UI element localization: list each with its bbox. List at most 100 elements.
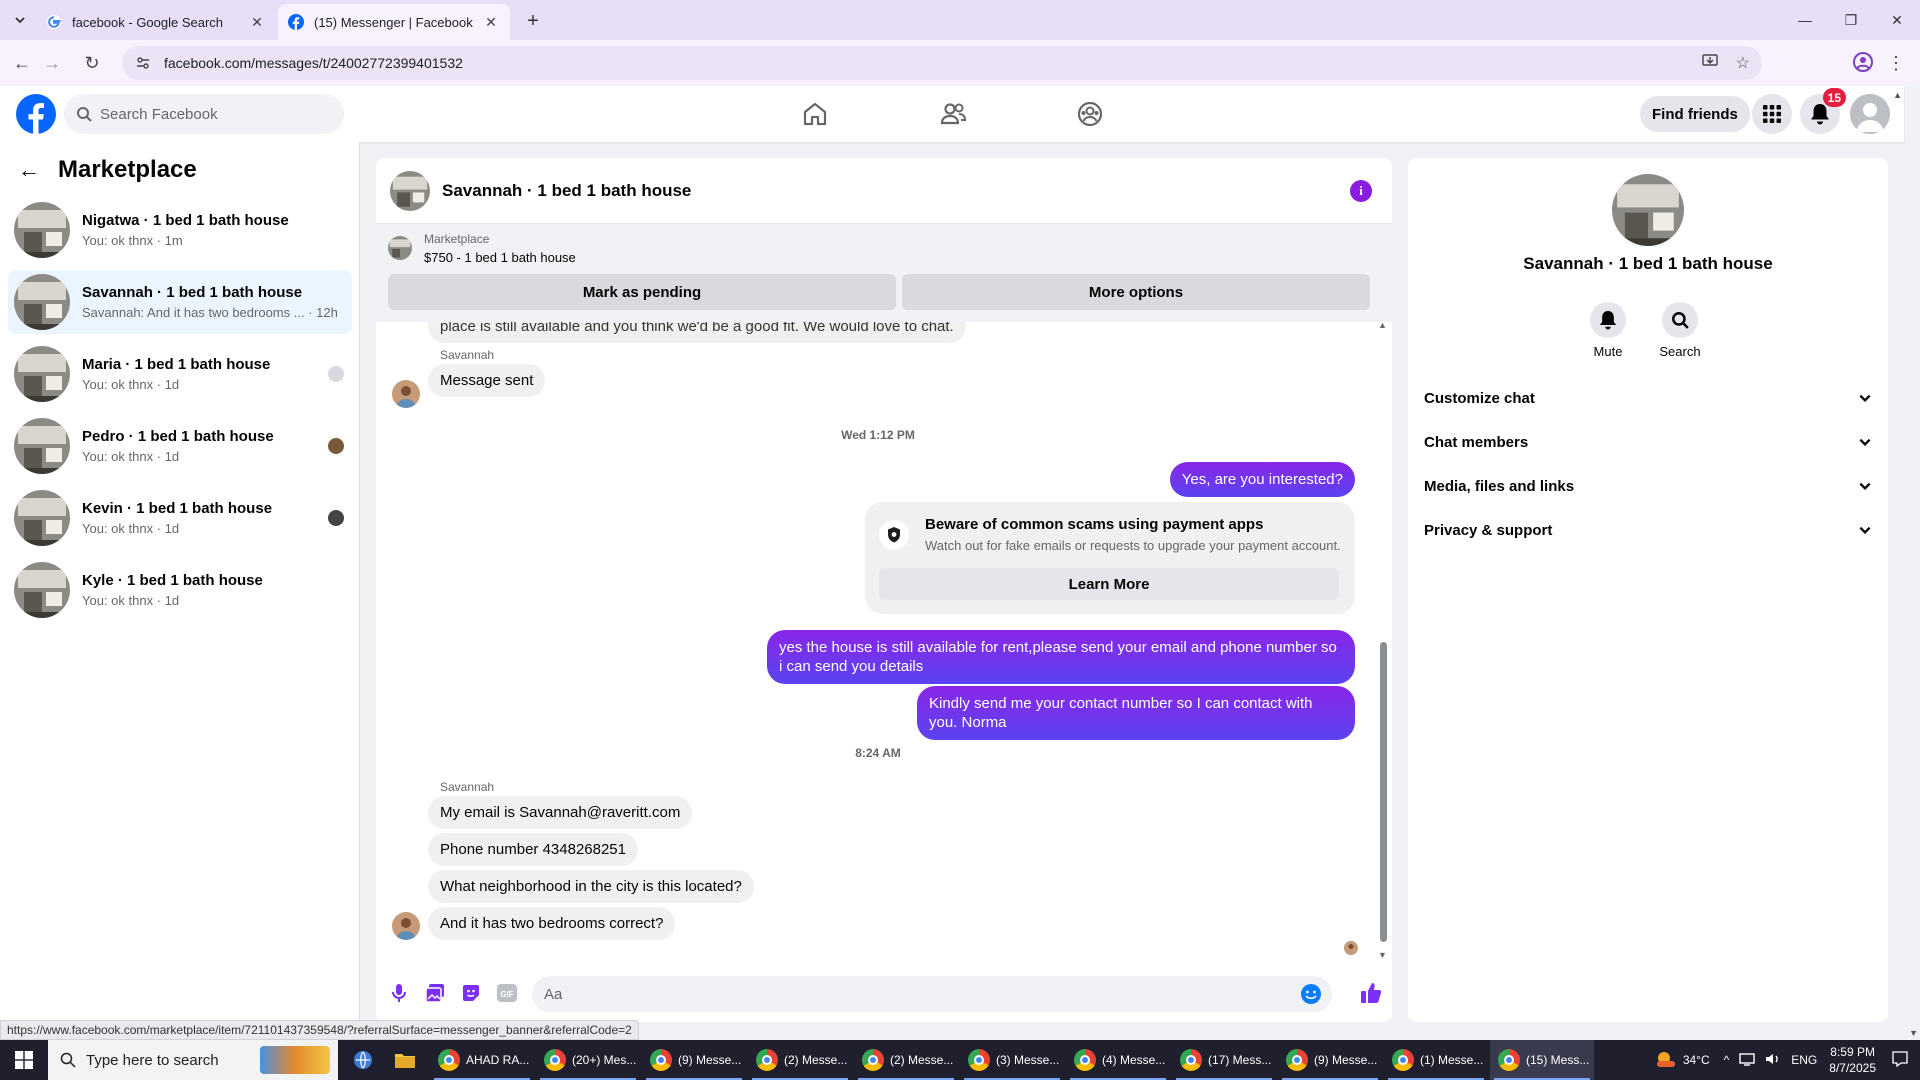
bookmark-star-icon[interactable]: ☆	[1736, 53, 1750, 73]
taskbar-app[interactable]: (2) Messe...	[854, 1040, 958, 1080]
tab-search-button[interactable]	[8, 8, 32, 32]
taskbar-app[interactable]: (2) Messe...	[748, 1040, 852, 1080]
facebook-search[interactable]	[64, 94, 344, 134]
temperature[interactable]: 34°C	[1683, 1053, 1710, 1067]
taskbar-search-placeholder: Type here to search	[86, 1051, 219, 1069]
file-explorer-icon[interactable]	[386, 1040, 422, 1080]
find-friends-button[interactable]: Find friends	[1640, 96, 1750, 132]
conversation-info-icon[interactable]: i	[1350, 180, 1372, 202]
account-avatar[interactable]	[1850, 94, 1890, 134]
conversation-item[interactable]: Kevin · 1 bed 1 bath house You: ok thnx ·…	[8, 486, 352, 550]
search-icon	[60, 1052, 76, 1068]
show-hidden-icons-chevron-icon[interactable]: ^	[1724, 1053, 1730, 1067]
taskbar-app-active[interactable]: (15) Mess...	[1490, 1040, 1594, 1080]
privacy-support-row[interactable]: Privacy & support	[1424, 512, 1872, 548]
listing-thumbnail	[14, 202, 70, 258]
install-app-icon[interactable]	[1701, 53, 1718, 74]
back-arrow-icon[interactable]: ←	[18, 157, 40, 183]
page-scroll-up-arrow[interactable]: ▲	[1893, 90, 1902, 100]
chat-header: Savannah · 1 bed 1 bath house i	[376, 158, 1392, 224]
facebook-search-input[interactable]	[100, 105, 320, 123]
sender-avatar[interactable]	[392, 912, 420, 940]
taskbar-search[interactable]: Type here to search	[48, 1040, 338, 1080]
chat-title[interactable]: Savannah · 1 bed 1 bath house	[442, 181, 691, 201]
menu-grid-button[interactable]	[1752, 94, 1792, 134]
windows-start-button[interactable]	[0, 1040, 48, 1080]
thumbs-up-icon[interactable]	[1360, 982, 1382, 1004]
taskbar-app[interactable]: AHAD RA...	[430, 1040, 534, 1080]
gif-icon[interactable]: GIF	[496, 982, 518, 1004]
taskbar-clock[interactable]: 8:59 PM 8/7/2025	[1829, 1044, 1876, 1076]
back-button[interactable]: ←	[8, 49, 36, 77]
taskbar-app[interactable]: (17) Mess...	[1172, 1040, 1276, 1080]
photo-icon[interactable]	[424, 982, 446, 1004]
close-icon[interactable]: ✕	[482, 13, 500, 31]
scroll-up-arrow[interactable]: ▲	[1378, 320, 1387, 330]
groups-nav-button[interactable]	[1070, 94, 1110, 134]
task-view-icon[interactable]	[344, 1040, 380, 1080]
windows-logo-icon	[15, 1051, 33, 1069]
volume-icon[interactable]	[1765, 1052, 1781, 1069]
mute-button[interactable]: Mute	[1578, 302, 1638, 359]
browser-menu-icon[interactable]: ⋮	[1886, 51, 1906, 75]
message-input[interactable]	[544, 985, 1284, 1003]
home-nav-button[interactable]	[795, 94, 835, 134]
taskbar-app[interactable]: (4) Messe...	[1066, 1040, 1170, 1080]
browser-profile-icon[interactable]	[1852, 51, 1876, 75]
sender-avatar[interactable]	[392, 380, 420, 408]
browser-tab-google[interactable]: facebook - Google Search ✕	[36, 4, 276, 40]
notification-center-icon[interactable]	[1892, 1050, 1908, 1070]
message-timestamp: Wed 1:12 PM	[841, 428, 915, 442]
notifications-button[interactable]: 15	[1800, 88, 1846, 134]
conversation-item[interactable]: Maria · 1 bed 1 bath house You: ok thnx ·…	[8, 342, 352, 406]
scrollbar-thumb[interactable]	[1380, 642, 1387, 942]
conversation-item[interactable]: Pedro · 1 bed 1 bath house You: ok thnx ·…	[8, 414, 352, 478]
media-files-links-row[interactable]: Media, files and links	[1424, 468, 1872, 504]
browser-tab-messenger[interactable]: (15) Messenger | Facebook ✕	[278, 4, 510, 40]
taskbar-app[interactable]: (3) Messe...	[960, 1040, 1064, 1080]
search-in-conversation-button[interactable]: Search	[1650, 302, 1710, 359]
close-icon[interactable]: ✕	[248, 13, 266, 31]
chat-scrollbar[interactable]: ▲ ▼	[1378, 320, 1388, 962]
chat-listing-thumbnail[interactable]	[390, 170, 430, 211]
chrome-icon	[1074, 1049, 1096, 1071]
restore-button[interactable]: ❐	[1828, 0, 1874, 40]
facebook-logo-icon[interactable]	[16, 94, 56, 134]
address-bar[interactable]: facebook.com/messages/t/2400277239940153…	[122, 46, 1762, 80]
facebook-favicon-icon	[288, 14, 304, 30]
close-window-button[interactable]: ✕	[1874, 0, 1920, 40]
emoji-icon[interactable]	[1300, 983, 1322, 1010]
site-settings-icon[interactable]	[136, 56, 150, 70]
forward-button[interactable]: →	[38, 49, 66, 77]
message-bubble-incoming: Phone number 4348268251	[428, 833, 638, 866]
taskbar-app[interactable]: (20+) Mes...	[536, 1040, 640, 1080]
conversation-item[interactable]: Savannah · 1 bed 1 bath house Savannah: A…	[8, 270, 352, 334]
language-indicator[interactable]: ENG	[1791, 1053, 1817, 1067]
scroll-down-arrow[interactable]: ▼	[1378, 950, 1387, 960]
page-scroll-down-arrow[interactable]: ▼	[1909, 1028, 1918, 1038]
sticker-icon[interactable]	[460, 982, 482, 1004]
microphone-icon[interactable]	[388, 982, 410, 1004]
taskbar-app-label: (4) Messe...	[1102, 1053, 1166, 1067]
learn-more-button[interactable]: Learn More	[879, 568, 1339, 600]
conversation-item[interactable]: Nigatwa · 1 bed 1 bath house You: ok thnx…	[8, 198, 352, 262]
browser-toolbar: ← → ↻ facebook.com/messages/t/2400277239…	[0, 40, 1920, 86]
friends-nav-button[interactable]	[933, 94, 973, 134]
more-options-button[interactable]: More options	[902, 274, 1370, 310]
marketplace-banner[interactable]: Marketplace $750 - 1 bed 1 bath house Ma…	[376, 224, 1392, 322]
mark-as-pending-button[interactable]: Mark as pending	[388, 274, 896, 310]
new-tab-button[interactable]: +	[520, 8, 546, 34]
conversation-item[interactable]: Kyle · 1 bed 1 bath house You: ok thnx · …	[8, 558, 352, 622]
weather-icon[interactable]	[1655, 1050, 1677, 1071]
taskbar-app[interactable]: (9) Messe...	[642, 1040, 746, 1080]
message-input-box[interactable]	[532, 976, 1332, 1012]
chat-members-row[interactable]: Chat members	[1424, 424, 1872, 460]
reload-button[interactable]: ↻	[78, 49, 106, 77]
taskbar-app[interactable]: (9) Messe...	[1278, 1040, 1382, 1080]
customize-chat-row[interactable]: Customize chat	[1424, 380, 1872, 416]
info-listing-photo[interactable]	[1612, 174, 1684, 246]
network-icon[interactable]	[1739, 1052, 1755, 1069]
taskbar-app[interactable]: (1) Messe...	[1384, 1040, 1488, 1080]
taskbar-app-label: (15) Mess...	[1526, 1053, 1590, 1067]
minimize-button[interactable]: —	[1782, 0, 1828, 40]
